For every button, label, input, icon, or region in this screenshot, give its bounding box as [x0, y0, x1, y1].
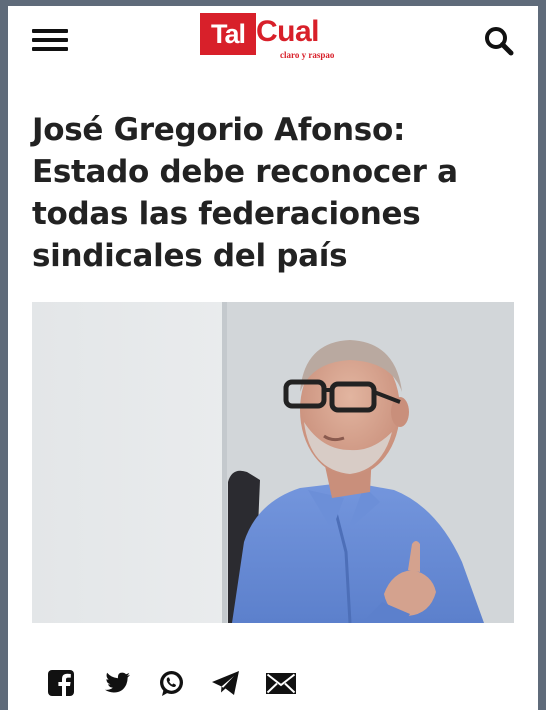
email-icon[interactable] — [264, 666, 298, 700]
site-header: Tal Cual claro y raspao — [8, 6, 538, 76]
whatsapp-icon[interactable] — [154, 666, 188, 700]
site-logo[interactable]: Tal Cual claro y raspao — [200, 13, 340, 63]
twitter-icon[interactable] — [99, 666, 133, 700]
facebook-icon[interactable] — [44, 666, 78, 700]
logo-cual: Cual — [256, 15, 320, 48]
logo-slogan: claro y raspao — [280, 50, 335, 60]
article-photo[interactable] — [32, 302, 514, 623]
logo-tal: Tal — [200, 13, 256, 55]
article-headline[interactable]: José Gregorio Afonso: Estado debe recono… — [32, 109, 512, 277]
hamburger-menu-icon[interactable] — [30, 24, 70, 54]
telegram-icon[interactable] — [209, 666, 243, 700]
page-frame: Tal Cual claro y raspao José Gregorio Af… — [8, 6, 538, 710]
search-icon[interactable] — [482, 24, 516, 58]
